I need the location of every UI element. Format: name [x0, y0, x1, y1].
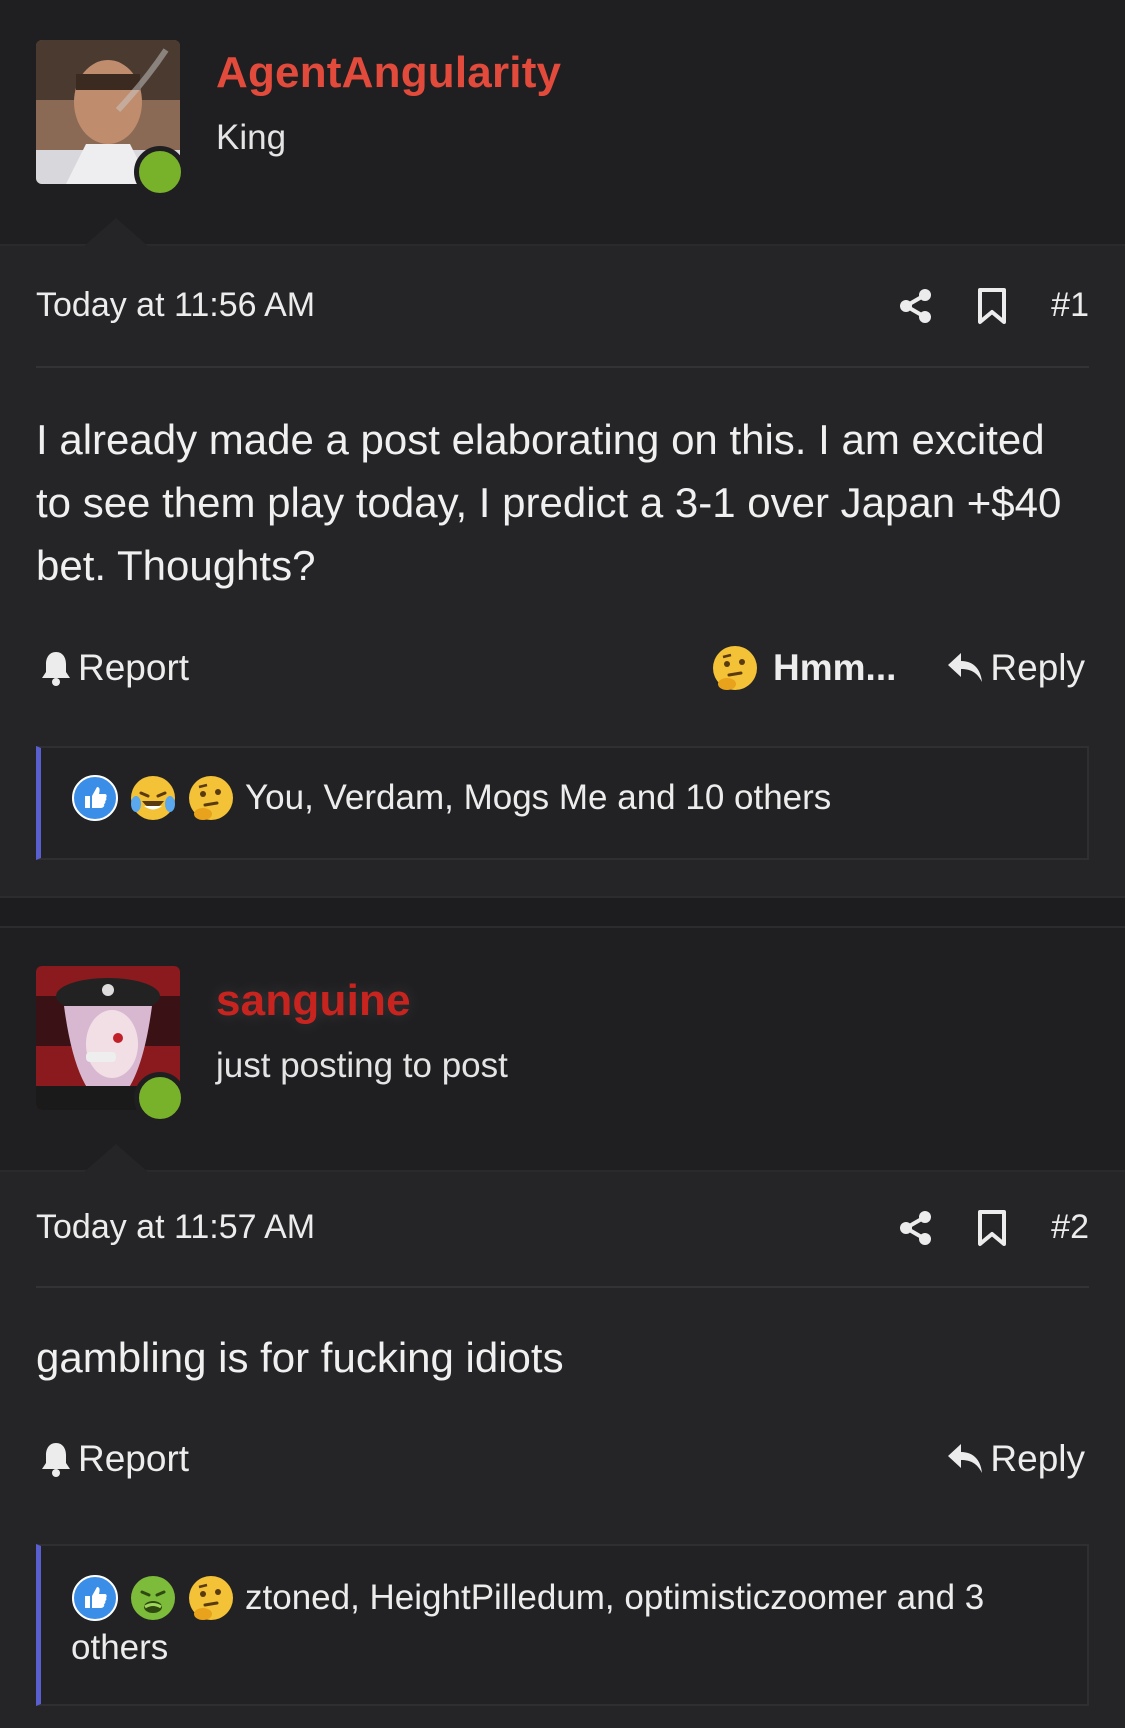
post-1-message: I already made a post elaborating on thi…: [36, 416, 1062, 589]
post-1-meta-row: Today at 11:56 AM #1: [36, 286, 1089, 325]
like-emoji-icon: [72, 1574, 118, 1621]
laughing-crying-emoji-icon: [131, 775, 175, 820]
share-icon[interactable]: [899, 288, 933, 324]
reply-icon: [948, 653, 983, 682]
post-1-action-row: Report Hmm... Reply: [40, 644, 1085, 692]
post-2-message: gambling is for fucking idiots: [36, 1334, 564, 1381]
post-1-reaction-button[interactable]: Hmm...: [711, 644, 896, 692]
bell-icon: [42, 652, 70, 686]
thinking-emoji-icon: [189, 775, 233, 820]
post-1: AgentAngularity King Today at 11:56 AM #…: [0, 0, 1125, 898]
post-2-action-row: Report Reply: [40, 1438, 1085, 1480]
thinking-emoji-icon: [189, 1575, 233, 1620]
post-2-meta-row: Today at 11:57 AM #2: [36, 1208, 1089, 1247]
post-2-report-button[interactable]: Report: [40, 1438, 189, 1480]
post-1-timestamp[interactable]: Today at 11:56 AM: [36, 286, 315, 325]
post-2-online-indicator: [134, 1072, 186, 1124]
post-1-report-label: Report: [78, 647, 190, 688]
like-emoji-icon: [72, 774, 118, 821]
bookmark-icon[interactable]: [977, 1209, 1007, 1247]
post-2-body: Today at 11:57 AM #2 gambling is for fuc…: [0, 1172, 1125, 1728]
post-2-reply-label: Reply: [990, 1438, 1085, 1479]
post-1-report-button[interactable]: Report: [40, 647, 189, 689]
post-2-number[interactable]: #2: [1051, 1208, 1089, 1247]
post-2-user-title: just posting to post: [216, 1046, 508, 1085]
post-2-reply-button[interactable]: Reply: [946, 1438, 1085, 1480]
post-1-avatar[interactable]: [36, 40, 186, 198]
post-2-pointer: [84, 1144, 148, 1172]
reply-icon: [948, 1444, 983, 1473]
post-2-divider: [36, 1286, 1089, 1288]
bell-icon: [42, 1443, 70, 1477]
post-1-reaction-label: Hmm...: [773, 647, 897, 688]
post-2: sanguine just posting to post Today at 1…: [0, 928, 1125, 1728]
post-separator: [0, 896, 1125, 928]
post-2-username[interactable]: sanguine: [216, 976, 411, 1026]
post-1-reply-label: Reply: [990, 647, 1085, 688]
post-2-timestamp[interactable]: Today at 11:57 AM: [36, 1208, 315, 1247]
post-1-user-block: AgentAngularity King: [0, 0, 1125, 246]
post-1-online-indicator: [134, 146, 186, 198]
post-2-report-label: Report: [78, 1438, 190, 1479]
post-2-avatar[interactable]: [36, 966, 186, 1124]
post-2-user-block: sanguine just posting to post: [0, 928, 1125, 1172]
post-1-pointer: [84, 218, 148, 246]
thinking-emoji-icon: [713, 646, 758, 690]
post-1-username[interactable]: AgentAngularity: [216, 48, 561, 98]
post-1-reactions-text[interactable]: You, Verdam, Mogs Me and 10 others: [245, 778, 831, 817]
bookmark-icon[interactable]: [977, 287, 1007, 325]
post-1-divider: [36, 366, 1089, 368]
share-icon[interactable]: [899, 1210, 933, 1246]
post-1-reactions-bar[interactable]: You, Verdam, Mogs Me and 10 others: [36, 746, 1089, 860]
sick-emoji-icon: [131, 1575, 175, 1620]
post-1-user-title: King: [216, 118, 287, 157]
post-1-body: Today at 11:56 AM #1 I already made a po…: [0, 246, 1125, 898]
post-2-reactions-bar[interactable]: ztoned, HeightPilledum, optimisticzoomer…: [36, 1544, 1089, 1706]
post-1-reply-button[interactable]: Reply: [946, 647, 1085, 689]
post-1-number[interactable]: #1: [1051, 286, 1089, 325]
